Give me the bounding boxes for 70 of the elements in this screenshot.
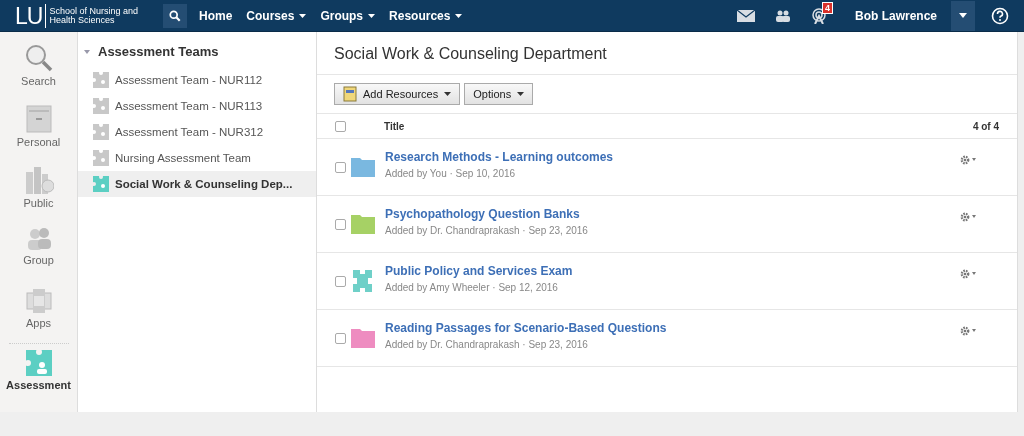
gear-icon[interactable]	[959, 211, 977, 223]
puzzle-icon	[93, 176, 109, 192]
caret-icon	[444, 92, 452, 96]
gear-icon[interactable]	[959, 325, 977, 337]
tree-item[interactable]: Nursing Assessment Team	[78, 145, 316, 171]
school-name: School of Nursing and Health Sciences	[49, 6, 139, 25]
rail-label: Search	[21, 75, 56, 87]
logo-mark: LU	[15, 3, 47, 28]
resource-link[interactable]: Research Methods - Learning outcomes	[385, 149, 959, 164]
people-icon	[25, 227, 52, 251]
row-checkbox[interactable]	[335, 161, 346, 173]
nav-link[interactable]: Resources	[389, 8, 463, 23]
resource-link[interactable]: Reading Passages for Scenario-Based Questions	[385, 320, 959, 335]
puzzle-icon	[93, 98, 109, 114]
rail-item[interactable]: Personal	[0, 105, 77, 166]
mail-icon[interactable]	[736, 9, 755, 22]
people-icon[interactable]	[774, 9, 791, 22]
rail-item[interactable]: Group	[0, 227, 77, 288]
rail-label: Apps	[25, 317, 52, 329]
magnifier-icon	[24, 44, 53, 72]
rail-label: Group	[23, 254, 54, 266]
notification-badge: 4	[821, 1, 833, 14]
search-icon	[169, 8, 181, 23]
resource-meta: Added by Amy Wheeler · Sep 12, 2016	[385, 281, 559, 293]
resource-link[interactable]: Public Policy and Services Exam	[385, 263, 959, 278]
tree-item[interactable]: Assessment Team - NUR113	[78, 93, 316, 119]
rail-item[interactable]: Search	[0, 44, 77, 105]
puzzle-icon	[93, 150, 109, 166]
gear-icon[interactable]	[959, 268, 977, 280]
puzzle-icon	[93, 124, 109, 140]
select-all-checkbox[interactable]	[335, 120, 346, 132]
item-count: 4 of 4	[972, 120, 999, 132]
caret-icon	[517, 92, 525, 96]
broadcast-icon[interactable]	[810, 7, 827, 24]
tree-item[interactable]: Assessment Team - NUR312	[78, 119, 316, 145]
page-title: Social Work & Counseling Department	[317, 32, 1017, 75]
books-icon	[23, 166, 54, 194]
tree-item[interactable]: Social Work & Counseling Dep...	[78, 171, 316, 197]
column-header[interactable]: Title	[384, 120, 973, 132]
row-checkbox[interactable]	[335, 218, 346, 230]
rail-label: Public	[23, 197, 54, 209]
help-icon[interactable]	[991, 6, 1009, 25]
apps-icon	[25, 288, 52, 314]
row-checkbox[interactable]	[335, 332, 346, 344]
resource-meta: Added by Dr. Chandraprakash · Sep 23, 2016	[385, 224, 589, 236]
tree-title: Assessment Teams	[98, 44, 219, 59]
rail-item[interactable]: Public	[0, 166, 77, 227]
resource-icon	[343, 86, 357, 102]
resource-link[interactable]: Psychopathology Question Banks	[385, 206, 959, 221]
rail-label: Assessment	[6, 379, 71, 391]
caret-icon	[84, 48, 90, 55]
rail-label: Personal	[16, 136, 61, 148]
drawer-icon	[25, 105, 52, 133]
nav-link[interactable]: Courses	[246, 8, 307, 23]
search-button[interactable]	[163, 3, 187, 28]
user-name[interactable]: Bob Lawrence	[854, 8, 937, 23]
tree-item[interactable]: Assessment Team - NUR112	[78, 67, 316, 93]
nav-link[interactable]: Home	[199, 8, 233, 23]
row-checkbox[interactable]	[335, 275, 346, 287]
resource-meta: Added by You · Sep 10, 2016	[385, 167, 517, 179]
toolbar-button[interactable]: Options	[464, 83, 534, 105]
resource-meta: Added by Dr. Chandraprakash · Sep 23, 2016	[385, 338, 589, 350]
puzzle-icon	[25, 350, 52, 376]
toolbar-button[interactable]: Add Resources	[334, 83, 461, 105]
caret-icon	[959, 13, 967, 18]
tree-header[interactable]: Assessment Teams	[78, 32, 316, 67]
gear-icon[interactable]	[959, 154, 977, 166]
user-menu-button[interactable]	[951, 0, 975, 31]
puzzle-icon	[93, 72, 109, 88]
nav-link[interactable]: Groups	[320, 8, 376, 23]
